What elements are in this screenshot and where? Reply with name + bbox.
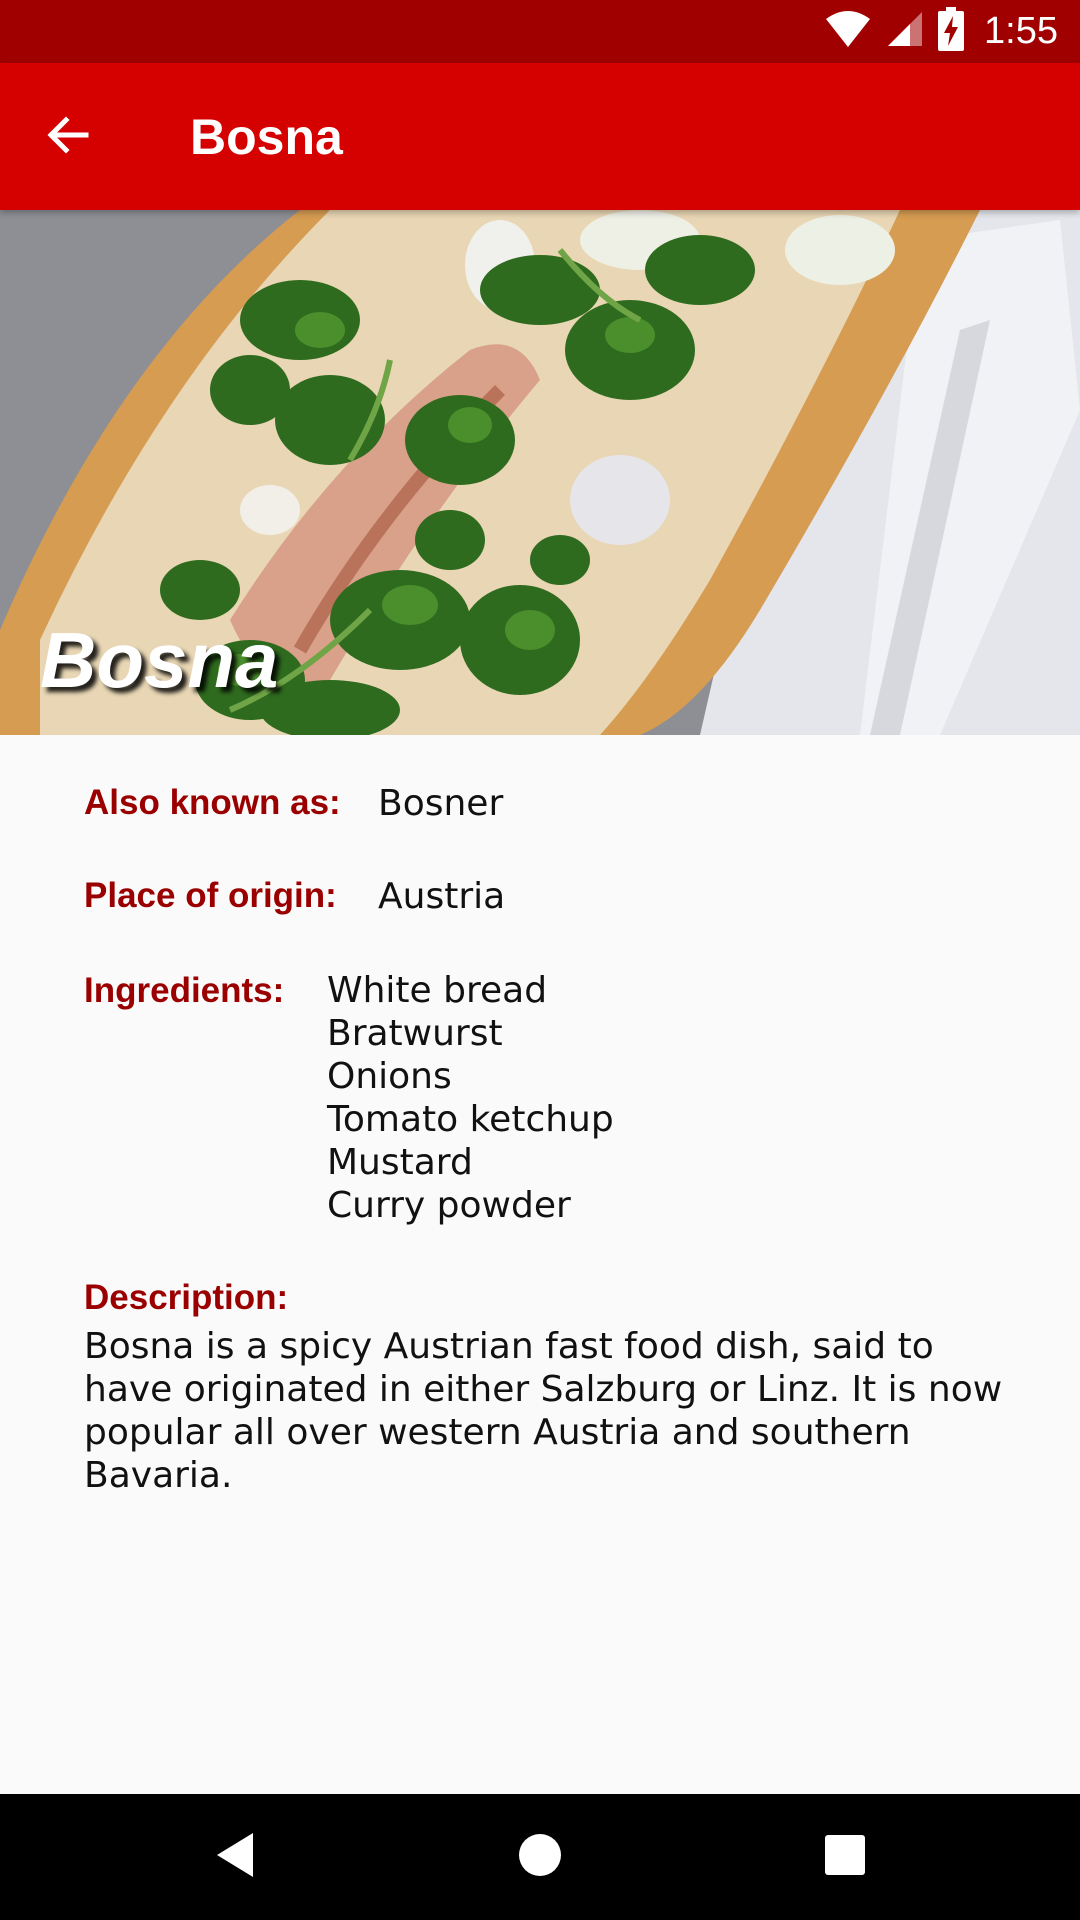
arrow-back-icon (44, 112, 90, 163)
description-row: Description: (84, 1278, 288, 1318)
description-label: Description: (84, 1278, 289, 1317)
also-known-as-row: Also known as: Bosner (84, 783, 503, 824)
hero-caption: Bosna (40, 616, 279, 704)
status-bar: 1:55 (0, 0, 1080, 63)
place-of-origin-value: Austria (378, 876, 506, 917)
place-of-origin-label: Place of origin: (84, 876, 337, 915)
ingredients-list: White bread Bratwurst Onions Tomato ketc… (327, 969, 614, 1227)
also-known-as-label: Also known as: (84, 783, 341, 822)
cellular-signal-icon (886, 10, 924, 53)
ingredients-label: Ingredients: (84, 971, 285, 1010)
place-of-origin-row: Place of origin: Austria (84, 876, 505, 917)
nav-recents-icon (824, 1834, 866, 1881)
list-item: Bratwurst (327, 1013, 503, 1054)
list-item: Tomato ketchup (327, 1099, 614, 1140)
wifi-icon (824, 9, 872, 54)
nav-home-icon (517, 1832, 563, 1883)
list-item: White bread (327, 970, 548, 1011)
ingredients-row: Ingredients: White bread Bratwurst Onion… (84, 969, 614, 1226)
nav-back-icon (213, 1831, 257, 1884)
list-item: Onions (327, 1056, 452, 1097)
status-icons: 1:55 (824, 0, 1058, 63)
nav-recents-button[interactable] (810, 1822, 880, 1892)
nav-home-button[interactable] (505, 1822, 575, 1892)
page-title: Bosna (190, 108, 343, 165)
battery-charging-icon (938, 7, 965, 56)
back-button[interactable] (30, 100, 104, 174)
status-time: 1:55 (984, 10, 1058, 52)
list-item: Curry powder (327, 1185, 571, 1226)
also-known-as-value: Bosner (378, 783, 504, 824)
description-text: Bosna is a spicy Austrian fast food dish… (84, 1326, 1003, 1496)
app-bar: Bosna (0, 63, 1080, 210)
nav-back-button[interactable] (200, 1822, 270, 1892)
list-item: Mustard (327, 1142, 473, 1183)
navigation-bar (0, 1794, 1080, 1920)
